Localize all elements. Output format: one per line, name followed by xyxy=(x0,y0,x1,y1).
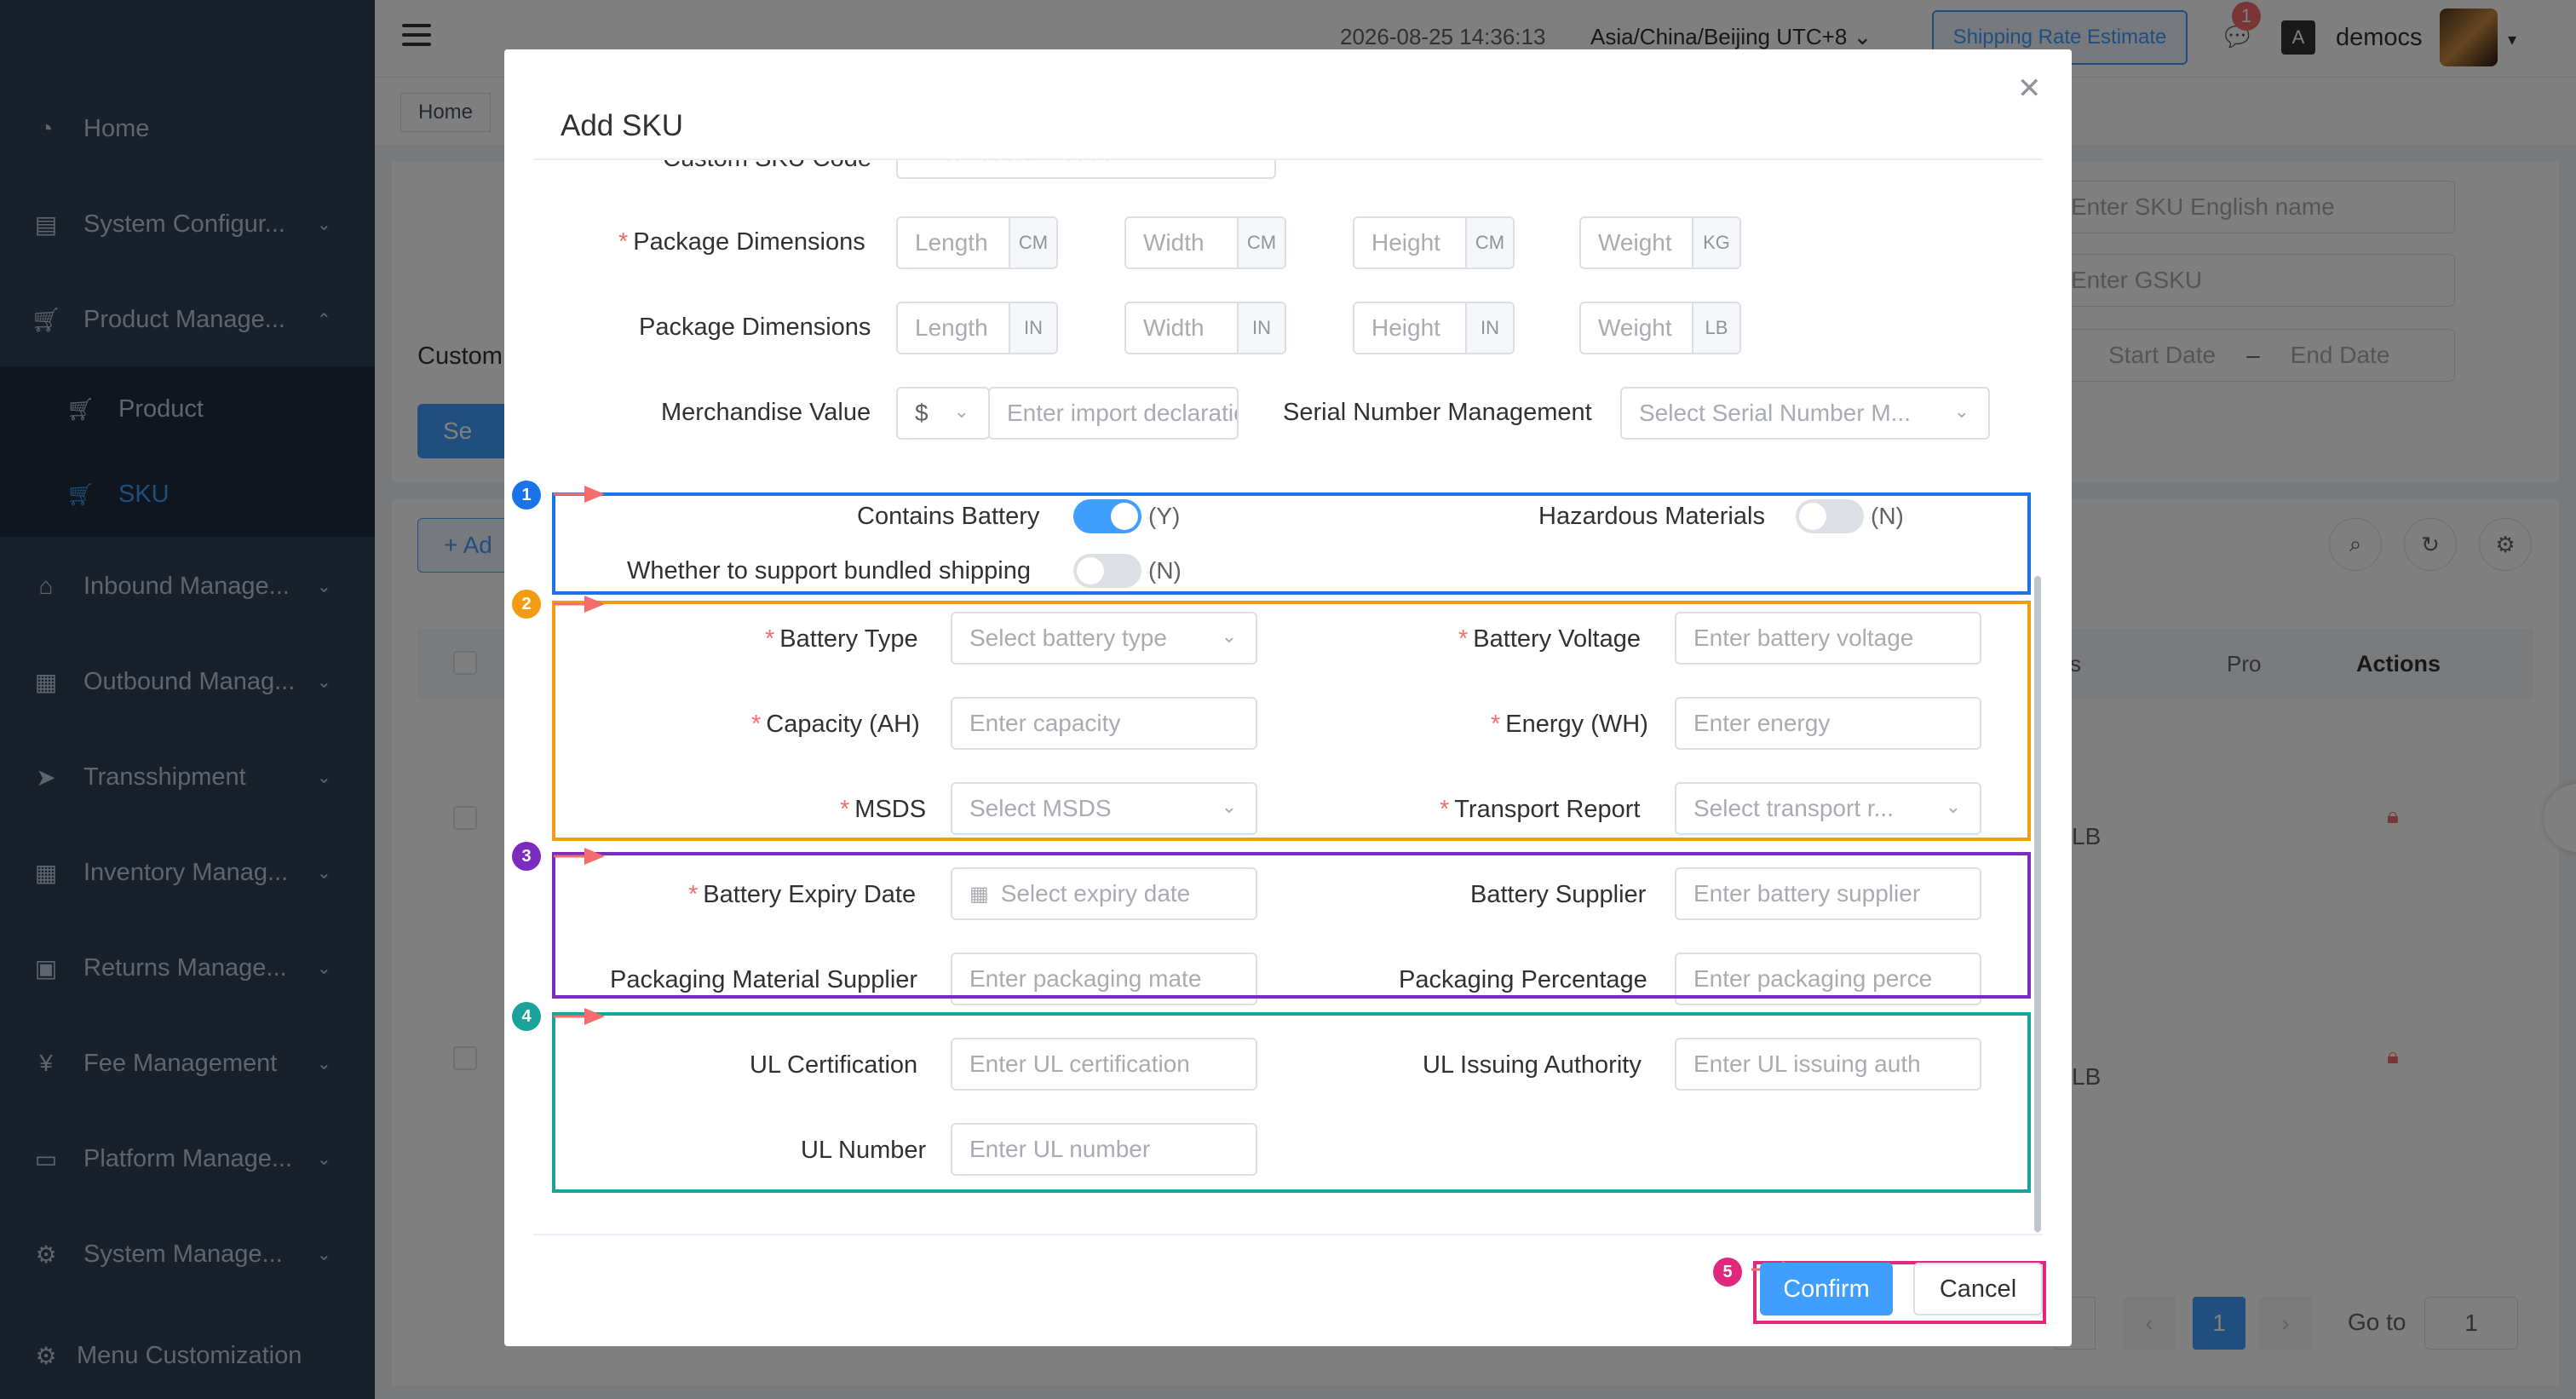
width-cm-input[interactable]: Width CM xyxy=(1124,216,1286,269)
height-in-input[interactable]: Height IN xyxy=(1353,302,1515,354)
footer-divider xyxy=(533,1234,2043,1235)
annotation-number-5: 5 xyxy=(1713,1258,1742,1287)
annotation-arrow-1 xyxy=(554,486,605,503)
confirm-button[interactable]: Confirm xyxy=(1760,1263,1893,1316)
merchandise-value-label: Merchandise Value xyxy=(661,399,871,426)
annotation-arrow-2 xyxy=(554,596,605,613)
weight-kg-input[interactable]: Weight KG xyxy=(1579,216,1741,269)
serial-number-label: Serial Number Management xyxy=(1283,399,1592,426)
annotation-box-2 xyxy=(552,601,2031,841)
title-divider xyxy=(533,158,2043,160)
annotation-box-4 xyxy=(552,1012,2031,1193)
chevron-down-icon: ⌄ xyxy=(953,400,969,422)
annotation-arrow-4 xyxy=(554,1008,605,1025)
annotation-number-2: 2 xyxy=(512,590,541,619)
annotation-box-1 xyxy=(552,492,2031,595)
currency-select[interactable]: $ ⌄ xyxy=(896,387,990,440)
width-in-input[interactable]: Width IN xyxy=(1124,302,1286,354)
dialog-title: Add SKU xyxy=(561,109,683,142)
annotation-number-1: 1 xyxy=(512,481,541,510)
annotation-box-3 xyxy=(552,852,2031,999)
annotation-arrow-3 xyxy=(554,848,605,865)
length-cm-input[interactable]: Length CM xyxy=(896,216,1058,269)
height-cm-input[interactable]: Height CM xyxy=(1353,216,1515,269)
merchandise-value-input[interactable]: Enter import declaratio xyxy=(988,387,1239,440)
cancel-button[interactable]: Cancel xyxy=(1913,1263,2043,1316)
package-dimensions-in-label: Package Dimensions xyxy=(639,314,871,341)
dialog-scrollbar[interactable] xyxy=(2034,576,2041,1232)
annotation-number-3: 3 xyxy=(512,842,541,871)
annotation-number-4: 4 xyxy=(512,1002,541,1031)
chevron-down-icon: ⌄ xyxy=(1953,400,1969,422)
weight-lb-input[interactable]: Weight LB xyxy=(1579,302,1741,354)
close-icon[interactable]: ✕ xyxy=(2017,72,2042,106)
package-dimensions-cm-label: * Package Dimensions xyxy=(618,228,865,256)
serial-number-select[interactable]: Select Serial Number M... ⌄ xyxy=(1620,387,1990,440)
length-in-input[interactable]: Length IN xyxy=(896,302,1058,354)
